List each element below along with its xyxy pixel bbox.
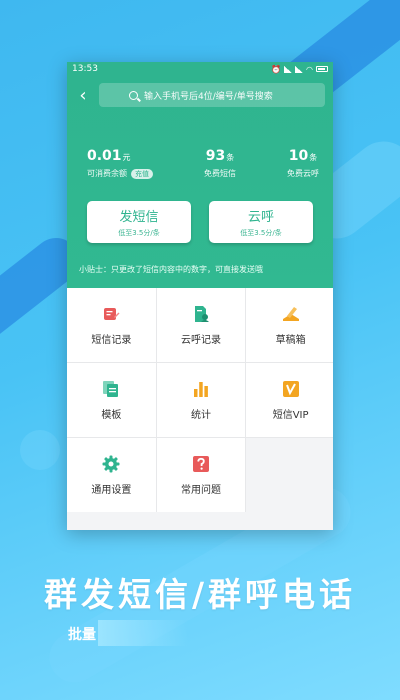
battery-icon [316,66,328,72]
grid-item-sms-vip[interactable]: 短信VIP [246,363,333,437]
search-placeholder: 输入手机号后4位/编号/单号搜索 [144,91,273,102]
recharge-button[interactable]: 充值 [131,168,153,179]
free-call-value: 10 [288,148,309,164]
send-sms-price: 低至3.5分/条 [118,229,160,237]
wifi-icon: ◠ [306,64,313,74]
grid-item-label: 通用设置 [91,484,132,496]
grid-item-label: 统计 [190,409,211,421]
status-time: 13:53 [72,64,98,74]
signal-icon [295,65,304,73]
status-icons: ⏰ ◠ [271,65,328,74]
stat-free-call: 10条 免费云呼 [287,148,319,179]
status-bar: 13:53 ⏰ ◠ [67,62,333,76]
grid-item-label: 草稿箱 [275,334,306,346]
draft-box-icon [282,306,299,321]
grid-empty-cell [246,438,333,512]
question-icon [192,455,209,472]
send-sms-title: 发短信 [119,210,159,225]
account-header: ‹ 输入手机号后4位/编号/单号搜索 0.01元 可消费余额 充值 93条 免费短… [67,76,333,288]
phone-screen: 13:53 ⏰ ◠ ‹ 输入手机号后4位/编号/单号搜索 0.01元 可消费余额… [67,62,333,530]
grid-item-label: 云呼记录 [180,334,221,346]
grid-item-statistics[interactable]: 统计 [156,363,246,437]
free-sms-unit: 条 [226,153,235,162]
grid-item-label: 短信VIP [272,409,309,421]
free-sms-value: 93 [205,148,226,164]
grid-item-drafts[interactable]: 草稿箱 [246,288,333,362]
cloud-call-price: 低至3.5分/条 [240,229,282,237]
background-stroke [20,430,60,470]
feature-grid: 短信记录 云呼记录 草稿箱 模板 统计 短信VIP 通用设置 常用问题 [67,288,333,512]
grid-item-label: 模板 [101,409,122,421]
vip-icon [282,380,299,397]
grid-item-label: 短信记录 [91,334,132,346]
stats-row: 0.01元 可消费余额 充值 93条 免费短信 10条 免费云呼 [67,110,333,179]
free-call-label: 免费云呼 [287,169,319,178]
grid-item-settings[interactable]: 通用设置 [67,438,156,512]
gear-icon [102,455,120,472]
nav-bar: ‹ 输入手机号后4位/编号/单号搜索 [67,76,333,110]
banner-title: 群发短信/群呼电话 [43,575,357,614]
grid-item-faq[interactable]: 常用问题 [156,438,246,512]
statistics-icon [193,381,208,397]
grid-item-call-record[interactable]: 云呼记录 [156,288,246,362]
free-call-unit: 条 [309,153,318,162]
banner-fade-overlay [98,620,188,646]
back-arrow-icon[interactable]: ‹ [75,84,91,106]
search-icon [129,90,138,100]
grid-item-sms-record[interactable]: 短信记录 [67,288,156,362]
search-input[interactable]: 输入手机号后4位/编号/单号搜索 [99,83,325,107]
grid-item-label: 常用问题 [180,484,221,496]
cloud-call-button[interactable]: 云呼 低至3.5分/条 [209,201,313,243]
template-icon [103,380,119,397]
balance-unit: 元 [122,153,131,162]
stat-free-sms: 93条 免费短信 [204,148,236,179]
alarm-icon: ⏰ [271,64,282,74]
sms-record-icon [104,307,120,320]
tip-text: 小贴士：只更改了短信内容中的数字，可直接发送哦 [79,265,263,274]
stat-balance: 0.01元 可消费余额 充值 [87,148,153,179]
signal-icon [284,65,293,73]
banner-subtitle: 批量 [68,627,96,643]
send-sms-button[interactable]: 发短信 低至3.5分/条 [87,201,191,243]
call-record-icon [194,305,209,322]
cloud-call-title: 云呼 [247,210,274,225]
action-buttons: 发短信 低至3.5分/条 云呼 低至3.5分/条 [67,179,333,243]
balance-value: 0.01 [87,148,122,164]
free-sms-label: 免费短信 [204,169,236,178]
balance-label: 可消费余额 [87,169,127,178]
grid-item-template[interactable]: 模板 [67,363,156,437]
